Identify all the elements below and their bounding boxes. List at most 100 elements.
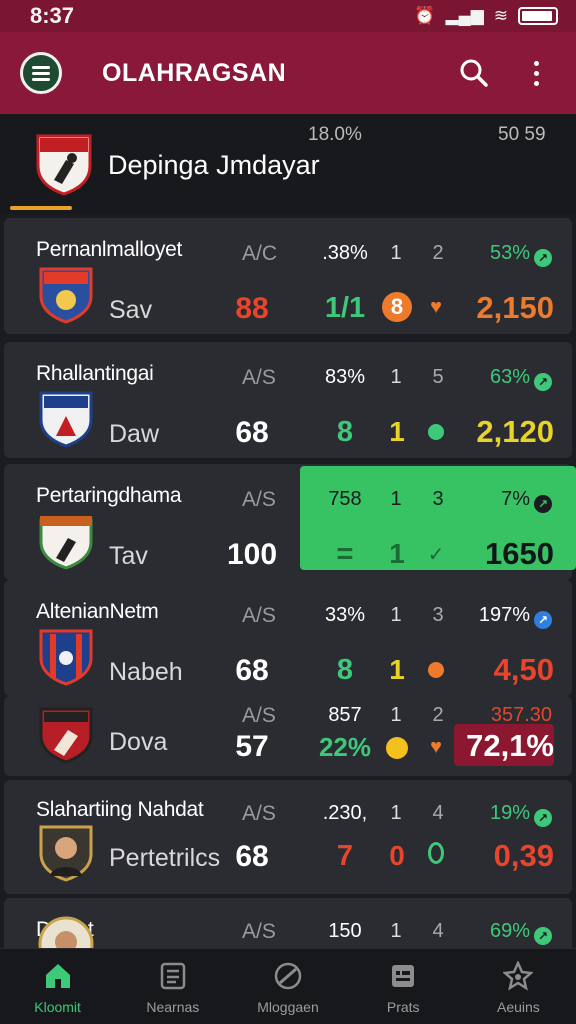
more-options-button[interactable]: [516, 53, 556, 93]
team-score: 57: [235, 730, 269, 763]
win-percent: 150: [328, 920, 362, 942]
tab-label: Kloomit: [34, 999, 81, 1015]
right-value: 4,50: [493, 652, 554, 687]
team-abbr: Dova: [109, 728, 168, 756]
tab-home[interactable]: Kloomit: [0, 949, 115, 1024]
match-row[interactable]: Pernanlmalloyet Sav A/C 88 .38% 1/1 1 2 …: [4, 218, 572, 334]
league-crest-icon: [36, 134, 92, 196]
stats-icon: [392, 965, 415, 987]
col-one: 1: [390, 802, 402, 824]
arrow-badge-icon: ↗: [534, 495, 552, 513]
win-percent: 83%: [324, 366, 366, 388]
marker-value: 1: [389, 654, 405, 685]
team-name: Pertaringdhama: [36, 484, 182, 507]
right-percent: 197% ↗: [474, 604, 552, 629]
league-stat-b: 50 59: [498, 124, 546, 145]
alarm-icon: ⏰: [414, 6, 436, 25]
wifi-icon: ≋: [493, 6, 508, 25]
match-type: A/S: [242, 802, 276, 825]
battery-icon: [518, 7, 558, 25]
team-name: Pernanlmalloyet: [36, 238, 183, 261]
search-icon: [460, 59, 488, 87]
league-stat-a: 18.0%: [308, 124, 362, 145]
col-two: 2: [432, 242, 444, 264]
match-value: 1/1: [324, 292, 366, 324]
menu-button[interactable]: [20, 52, 62, 94]
col-two: 5: [432, 366, 444, 388]
col-two: 4: [432, 802, 444, 824]
win-percent: .38%: [322, 242, 368, 264]
match-row-selected[interactable]: Pertaringdhama Tav A/S 100 758 = 1 3 1 ✓…: [4, 464, 576, 580]
col-two: 3: [432, 488, 444, 510]
match-value: 22%: [318, 732, 372, 762]
match-row[interactable]: Slahartiing Nahdat Pertetrilcs A/S 68 .2…: [4, 780, 572, 894]
team-logo-icon: [39, 707, 93, 764]
team-score: 68: [235, 840, 269, 873]
match-row[interactable]: Dova A/S 57 857 22% 1 2 ♥ 357.30 72,1%: [4, 696, 572, 776]
match-row[interactable]: AltenianNetm Nabeh A/S 68 33% 8 1 3 1 19…: [4, 580, 572, 696]
win-percent: .230,: [322, 802, 368, 824]
team-logo-icon: [39, 267, 93, 324]
arrow-badge-icon: ↗: [534, 373, 552, 391]
match-type: A/S: [242, 366, 276, 389]
right-percent: 7% ↗: [474, 488, 552, 513]
signal-icon: ▂▄▆: [445, 6, 484, 25]
tab-label: Prats: [386, 999, 420, 1015]
match-value: 8: [336, 416, 354, 448]
team-score: 100: [226, 538, 278, 571]
col-one: 1: [390, 488, 402, 510]
tab-label: Aeuins: [497, 999, 540, 1015]
right-percent: 53% ↗: [474, 242, 552, 267]
heart-icon: ♥: [430, 296, 442, 318]
match-row[interactable]: Rhallantingai Daw A/S 68 83% 8 1 5 1 63%…: [4, 342, 572, 458]
match-type: A/S: [242, 488, 276, 511]
team-abbr: Pertetrilcs: [109, 844, 221, 872]
marker-badge: 8: [382, 292, 412, 322]
app-bar: OLAHRAGSAN: [0, 32, 576, 114]
right-value: 2,150: [476, 290, 554, 325]
tab-matches[interactable]: Mloggaen: [230, 949, 345, 1024]
heart-icon: ♥: [430, 736, 442, 758]
col-one: 1: [390, 604, 402, 626]
match-type: A/C: [242, 242, 278, 265]
right-percent: 69% ↗: [474, 920, 552, 945]
bottom-nav: Kloomit Nearnas Mloggaen Prats Aeuins: [0, 948, 576, 1024]
ring-icon: [424, 842, 448, 866]
arrow-badge-icon: ↗: [534, 249, 552, 267]
col-one: 1: [390, 242, 402, 264]
tab-stats[interactable]: Prats: [346, 949, 461, 1024]
status-dot-icon: [382, 734, 412, 764]
right-value: 2,120: [476, 414, 554, 449]
team-abbr: Tav: [109, 542, 148, 570]
team-abbr: Nabeh: [109, 658, 183, 686]
team-logo-icon: [39, 629, 93, 686]
match-value: 8: [336, 654, 354, 686]
tab-label: Mloggaen: [257, 999, 319, 1015]
more-vert-icon: [533, 60, 539, 86]
team-name: Rhallantingai: [36, 362, 154, 385]
star-icon: [503, 961, 534, 991]
tab-news[interactable]: Nearnas: [115, 949, 230, 1024]
tab-label: Nearnas: [146, 999, 200, 1015]
match-type: A/S: [242, 920, 276, 943]
right-value: 72,1%: [466, 728, 554, 763]
app-title: OLAHRAGSAN: [102, 58, 287, 87]
tab-favorites[interactable]: Aeuins: [461, 949, 576, 1024]
league-name: Depinga Jmdayar: [108, 150, 320, 180]
search-button[interactable]: [454, 53, 494, 93]
team-score: 68: [235, 416, 269, 449]
active-tab-indicator: [10, 206, 72, 210]
dot-icon: [424, 420, 448, 444]
right-value: 0,39: [493, 838, 554, 873]
win-percent: 758: [328, 488, 362, 510]
match-type: A/S: [242, 704, 276, 727]
match-row[interactable]: Dotliet A/S 150 1 4 69%↗: [4, 898, 572, 948]
col-one: 1: [390, 366, 402, 388]
player-avatar-icon: [39, 825, 93, 882]
dot-icon: [424, 658, 448, 682]
check-icon: ✓: [427, 544, 445, 566]
status-time: 8:37: [30, 3, 75, 28]
league-header[interactable]: Depinga Jmdayar 18.0% 50 59: [0, 114, 576, 214]
arrow-badge-icon: ↗: [534, 809, 552, 827]
team-score: 88: [235, 292, 269, 325]
